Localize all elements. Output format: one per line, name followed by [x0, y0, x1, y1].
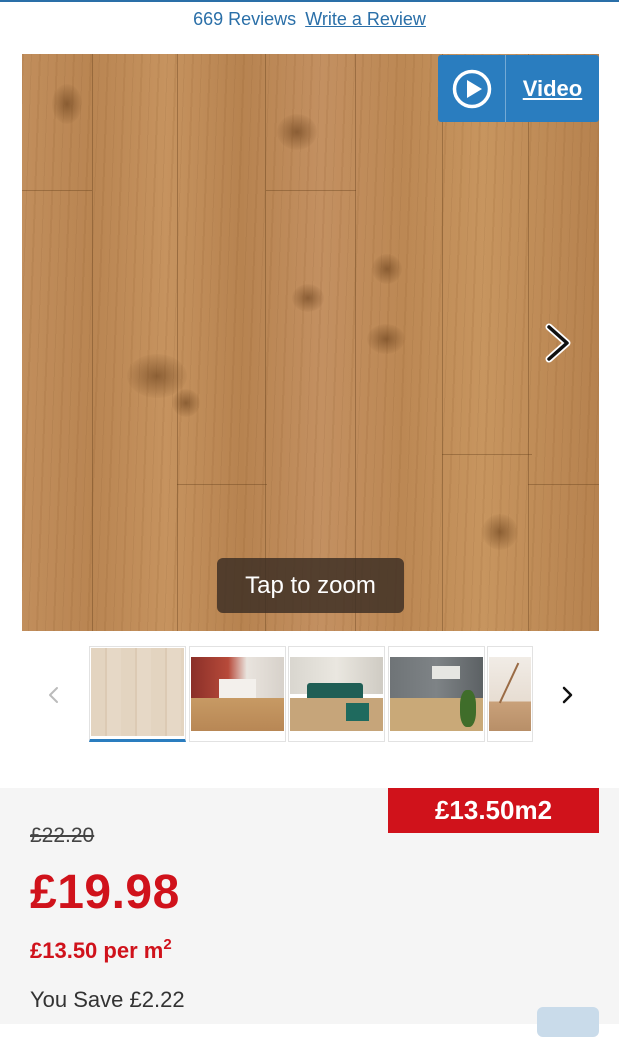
video-label: Video [522, 75, 583, 101]
chevron-right-icon [545, 323, 571, 363]
wood-knot [292, 284, 324, 312]
plank-seam [355, 54, 356, 631]
thumbnail-kitchen-room[interactable] [189, 646, 286, 742]
savings-text: You Save £2.22 [30, 987, 185, 1012]
top-divider [0, 0, 619, 2]
squared-superscript: 2 [163, 936, 172, 953]
chevron-right-icon [562, 686, 573, 704]
partial-action-button[interactable] [537, 1007, 599, 1037]
was-price: £22.20 [30, 824, 95, 847]
wood-knot [367, 324, 405, 354]
plank-seam [92, 54, 93, 631]
plank-seam [265, 54, 266, 631]
plank-seam [22, 190, 92, 191]
plank-seam [528, 54, 529, 631]
plank-seam [177, 54, 178, 631]
reviews-bar: 669 Reviews Write a Review [0, 9, 619, 30]
price-per-m2-text: £13.50 per m [30, 938, 164, 963]
video-button[interactable]: Video [438, 55, 599, 122]
product-main-image[interactable] [22, 54, 599, 631]
thumbnail-lounge-room[interactable] [388, 646, 485, 742]
thumbnail-living-room[interactable] [288, 646, 385, 742]
write-review-link[interactable]: Write a Review [305, 9, 426, 29]
price-per-m2: £13.50 per m2 [30, 936, 172, 964]
wood-knot [277, 114, 317, 150]
wood-knot [52, 84, 82, 124]
plank-seam [528, 484, 599, 485]
review-count[interactable]: 669 Reviews [193, 9, 296, 29]
plank-seam [442, 54, 443, 631]
promo-price-badge: £13.50m2 [388, 788, 599, 833]
play-circle-icon [438, 55, 506, 122]
chevron-left-icon [49, 687, 58, 703]
thumbnail-prev-arrow[interactable] [44, 684, 64, 706]
wood-knot [482, 514, 518, 550]
tap-to-zoom-overlay[interactable]: Tap to zoom [217, 558, 404, 613]
hero-next-arrow[interactable] [540, 322, 576, 364]
plank-seam [266, 190, 356, 191]
plank-seam [177, 484, 267, 485]
plank-seam [442, 454, 532, 455]
wood-knot [172, 389, 200, 417]
current-price: £19.98 [30, 866, 180, 919]
thumbnail-wood-swatch[interactable] [89, 646, 186, 742]
wood-knot [372, 254, 402, 284]
thumbnail-next-arrow[interactable] [557, 684, 577, 706]
thumbnail-hallway-stairs[interactable] [487, 646, 533, 742]
